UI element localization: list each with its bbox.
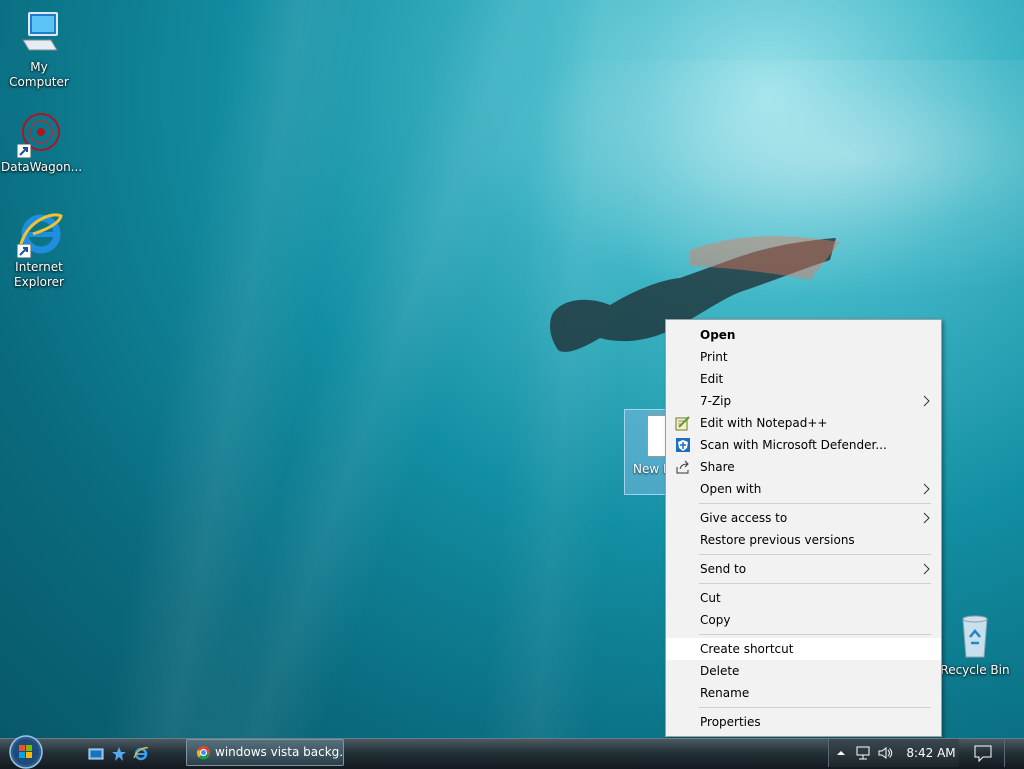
- desktop-icon-label: Internet Explorer: [14, 260, 64, 289]
- desktop-icon-label: My Computer: [9, 60, 69, 89]
- menu-item-edit[interactable]: Edit: [666, 368, 941, 390]
- recycle-bin-icon: [951, 613, 999, 661]
- start-button[interactable]: [6, 733, 46, 769]
- internet-explorer-icon: [15, 210, 63, 258]
- menu-separator: [699, 634, 931, 635]
- menu-item-give-access-to[interactable]: Give access to: [666, 507, 941, 529]
- chevron-right-icon: [923, 395, 930, 407]
- desktop-icon-recycle-bin[interactable]: Recycle Bin: [937, 613, 1013, 678]
- show-hidden-icons-icon[interactable]: [833, 745, 849, 761]
- menu-item-rename[interactable]: Rename: [666, 682, 941, 704]
- menu-separator: [699, 707, 931, 708]
- show-desktop-button[interactable]: [1004, 739, 1024, 767]
- menu-item-copy[interactable]: Copy: [666, 609, 941, 631]
- defender-shield-icon: [676, 438, 690, 452]
- datawagon-icon: [15, 110, 63, 158]
- menu-item-open-with[interactable]: Open with: [666, 478, 941, 500]
- menu-item-send-to[interactable]: Send to: [666, 558, 941, 580]
- internet-explorer-quicklaunch-icon[interactable]: [133, 746, 149, 762]
- menu-item-7zip[interactable]: 7-Zip: [666, 390, 941, 412]
- menu-item-delete[interactable]: Delete: [666, 660, 941, 682]
- menu-separator: [699, 583, 931, 584]
- menu-item-scan-defender[interactable]: Scan with Microsoft Defender...: [666, 434, 941, 456]
- shortcut-arrow-icon: [17, 144, 31, 158]
- network-icon[interactable]: [855, 745, 871, 761]
- desktop-icon-datawagon[interactable]: DataWagon...: [1, 110, 83, 175]
- context-menu: Open Print Edit 7-Zip Edit with Notepad+…: [665, 319, 942, 737]
- volume-icon[interactable]: [877, 745, 893, 761]
- menu-item-share[interactable]: Share: [666, 456, 941, 478]
- menu-item-properties[interactable]: Properties: [666, 711, 941, 733]
- menu-item-create-shortcut[interactable]: Create shortcut: [666, 638, 941, 660]
- menu-item-cut[interactable]: Cut: [666, 587, 941, 609]
- show-desktop-quicklaunch-icon[interactable]: [88, 746, 104, 762]
- computer-icon: [15, 10, 63, 58]
- desktop-icon-my-computer[interactable]: My Computer: [1, 10, 77, 90]
- menu-item-print[interactable]: Print: [666, 346, 941, 368]
- share-icon: [676, 460, 689, 474]
- chrome-icon: [196, 745, 211, 760]
- chevron-right-icon: [923, 512, 930, 524]
- desktop-icon-label: Recycle Bin: [940, 663, 1010, 677]
- action-center-icon[interactable]: [968, 739, 998, 767]
- menu-item-restore-previous-versions[interactable]: Restore previous versions: [666, 529, 941, 551]
- clock[interactable]: 8:42 AM: [900, 739, 962, 767]
- menu-item-open[interactable]: Open: [666, 324, 941, 346]
- desktop-icon-label: DataWagon...: [1, 160, 83, 174]
- selected-file-new-document[interactable]: New Docu: [624, 409, 694, 495]
- menu-separator: [699, 503, 931, 504]
- shortcut-arrow-icon: [17, 244, 31, 258]
- taskbar-button-chrome[interactable]: windows vista backg...: [186, 739, 344, 766]
- chevron-right-icon: [923, 483, 930, 495]
- chevron-right-icon: [923, 563, 930, 575]
- menu-separator: [699, 554, 931, 555]
- menu-item-edit-with-notepad[interactable]: Edit with Notepad++: [666, 412, 941, 434]
- desktop-icon-internet-explorer[interactable]: Internet Explorer: [1, 210, 77, 290]
- notepad-plus-plus-icon: [675, 416, 690, 431]
- switch-windows-icon[interactable]: [111, 746, 127, 762]
